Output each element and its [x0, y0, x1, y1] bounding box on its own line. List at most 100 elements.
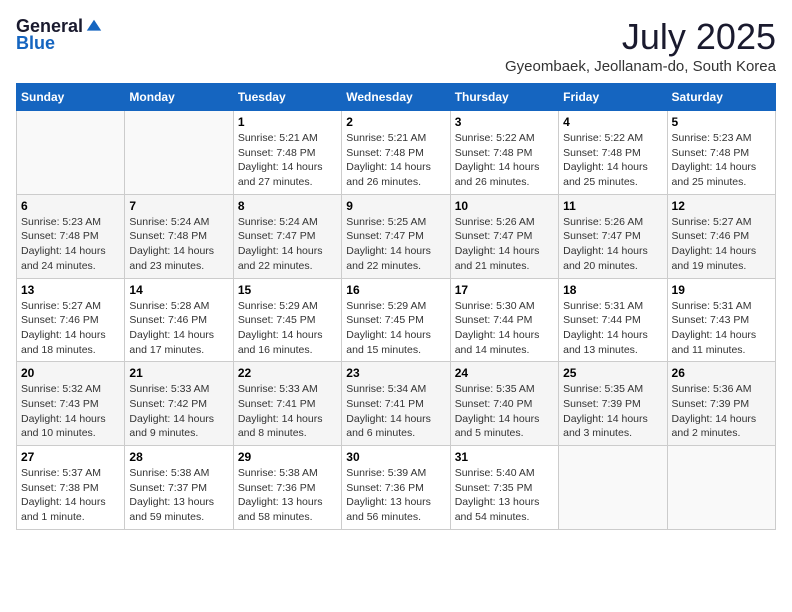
logo: General Blue — [16, 16, 103, 54]
month-title: July 2025 — [505, 16, 776, 58]
calendar-cell: 2 Sunrise: 5:21 AM Sunset: 7:48 PM Daylig… — [342, 111, 450, 195]
title-block: July 2025 Gyeombaek, Jeollanam-do, South… — [505, 16, 776, 75]
week-row-4: 20Sunrise: 5:32 AM Sunset: 7:43 PM Dayli… — [17, 362, 776, 446]
calendar-cell: 8 Sunrise: 5:24 AM Sunset: 7:47 PM Daylig… — [233, 194, 341, 278]
calendar-cell: 9 Sunrise: 5:25 AM Sunset: 7:47 PM Daylig… — [342, 194, 450, 278]
day-number: 26 — [672, 366, 771, 380]
calendar-cell: 5Sunrise: 5:23 AM Sunset: 7:48 PM Daylig… — [667, 111, 775, 195]
day-header-sunday: Sunday — [17, 84, 125, 111]
day-number: 22 — [238, 366, 337, 380]
day-info: Sunrise: 5:38 AM Sunset: 7:37 PM Dayligh… — [129, 466, 228, 525]
calendar-cell: 18 Sunrise: 5:31 AM Sunset: 7:44 PM Dayli… — [559, 278, 667, 362]
calendar-cell: 17Sunrise: 5:30 AM Sunset: 7:44 PM Dayli… — [450, 278, 558, 362]
day-header-tuesday: Tuesday — [233, 84, 341, 111]
calendar-cell: 19Sunrise: 5:31 AM Sunset: 7:43 PM Dayli… — [667, 278, 775, 362]
day-number: 15 — [238, 283, 337, 297]
calendar-cell: 13 Sunrise: 5:27 AM Sunset: 7:46 PM Dayli… — [17, 278, 125, 362]
calendar-cell: 7 Sunrise: 5:24 AM Sunset: 7:48 PM Daylig… — [125, 194, 233, 278]
location: Gyeombaek, Jeollanam-do, South Korea — [505, 58, 776, 75]
day-info: Sunrise: 5:27 AM Sunset: 7:46 PM Dayligh… — [672, 215, 771, 274]
day-info: Sunrise: 5:26 AM Sunset: 7:47 PM Dayligh… — [563, 215, 662, 274]
day-number: 11 — [563, 199, 662, 213]
day-info: Sunrise: 5:27 AM Sunset: 7:46 PM Dayligh… — [21, 299, 120, 358]
week-row-3: 13 Sunrise: 5:27 AM Sunset: 7:46 PM Dayli… — [17, 278, 776, 362]
day-info: Sunrise: 5:40 AM Sunset: 7:35 PM Dayligh… — [455, 466, 554, 525]
day-info: Sunrise: 5:38 AM Sunset: 7:36 PM Dayligh… — [238, 466, 337, 525]
day-number: 7 — [129, 199, 228, 213]
day-header-friday: Friday — [559, 84, 667, 111]
day-number: 3 — [455, 115, 554, 129]
day-number: 29 — [238, 450, 337, 464]
day-info: Sunrise: 5:23 AM Sunset: 7:48 PM Dayligh… — [21, 215, 120, 274]
day-info: Sunrise: 5:24 AM Sunset: 7:48 PM Dayligh… — [129, 215, 228, 274]
day-info: Sunrise: 5:39 AM Sunset: 7:36 PM Dayligh… — [346, 466, 445, 525]
calendar-cell: 21 Sunrise: 5:33 AM Sunset: 7:42 PM Dayli… — [125, 362, 233, 446]
day-info: Sunrise: 5:21 AM Sunset: 7:48 PM Dayligh… — [238, 131, 337, 190]
day-number: 13 — [21, 283, 120, 297]
day-headers-row: SundayMondayTuesdayWednesdayThursdayFrid… — [17, 84, 776, 111]
day-number: 18 — [563, 283, 662, 297]
calendar-cell: 6 Sunrise: 5:23 AM Sunset: 7:48 PM Daylig… — [17, 194, 125, 278]
day-info: Sunrise: 5:34 AM Sunset: 7:41 PM Dayligh… — [346, 382, 445, 441]
day-header-thursday: Thursday — [450, 84, 558, 111]
calendar-body: 1 Sunrise: 5:21 AM Sunset: 7:48 PM Daylig… — [17, 111, 776, 530]
day-number: 27 — [21, 450, 120, 464]
calendar-cell: 26 Sunrise: 5:36 AM Sunset: 7:39 PM Dayli… — [667, 362, 775, 446]
day-number: 23 — [346, 366, 445, 380]
day-header-monday: Monday — [125, 84, 233, 111]
page-header: General Blue July 2025 Gyeombaek, Jeolla… — [16, 16, 776, 75]
day-number: 10 — [455, 199, 554, 213]
day-header-wednesday: Wednesday — [342, 84, 450, 111]
calendar-cell: 27 Sunrise: 5:37 AM Sunset: 7:38 PM Dayli… — [17, 446, 125, 530]
day-number: 6 — [21, 199, 120, 213]
day-number: 2 — [346, 115, 445, 129]
calendar-cell: 12 Sunrise: 5:27 AM Sunset: 7:46 PM Dayli… — [667, 194, 775, 278]
calendar-cell: 24 Sunrise: 5:35 AM Sunset: 7:40 PM Dayli… — [450, 362, 558, 446]
day-info: Sunrise: 5:30 AM Sunset: 7:44 PM Dayligh… — [455, 299, 554, 358]
day-number: 16 — [346, 283, 445, 297]
day-number: 8 — [238, 199, 337, 213]
calendar-cell: 30 Sunrise: 5:39 AM Sunset: 7:36 PM Dayli… — [342, 446, 450, 530]
calendar-cell: 11 Sunrise: 5:26 AM Sunset: 7:47 PM Dayli… — [559, 194, 667, 278]
day-info: Sunrise: 5:21 AM Sunset: 7:48 PM Dayligh… — [346, 131, 445, 190]
calendar-table: SundayMondayTuesdayWednesdayThursdayFrid… — [16, 83, 776, 530]
day-number: 30 — [346, 450, 445, 464]
day-info: Sunrise: 5:31 AM Sunset: 7:44 PM Dayligh… — [563, 299, 662, 358]
calendar-cell — [17, 111, 125, 195]
day-number: 28 — [129, 450, 228, 464]
day-info: Sunrise: 5:24 AM Sunset: 7:47 PM Dayligh… — [238, 215, 337, 274]
day-info: Sunrise: 5:37 AM Sunset: 7:38 PM Dayligh… — [21, 466, 120, 525]
day-number: 21 — [129, 366, 228, 380]
day-info: Sunrise: 5:28 AM Sunset: 7:46 PM Dayligh… — [129, 299, 228, 358]
day-info: Sunrise: 5:35 AM Sunset: 7:39 PM Dayligh… — [563, 382, 662, 441]
calendar-cell: 10 Sunrise: 5:26 AM Sunset: 7:47 PM Dayli… — [450, 194, 558, 278]
week-row-2: 6 Sunrise: 5:23 AM Sunset: 7:48 PM Daylig… — [17, 194, 776, 278]
day-info: Sunrise: 5:25 AM Sunset: 7:47 PM Dayligh… — [346, 215, 445, 274]
week-row-5: 27 Sunrise: 5:37 AM Sunset: 7:38 PM Dayli… — [17, 446, 776, 530]
day-number: 19 — [672, 283, 771, 297]
calendar-cell: 31Sunrise: 5:40 AM Sunset: 7:35 PM Dayli… — [450, 446, 558, 530]
day-info: Sunrise: 5:23 AM Sunset: 7:48 PM Dayligh… — [672, 131, 771, 190]
day-info: Sunrise: 5:29 AM Sunset: 7:45 PM Dayligh… — [346, 299, 445, 358]
calendar-cell: 14 Sunrise: 5:28 AM Sunset: 7:46 PM Dayli… — [125, 278, 233, 362]
day-number: 12 — [672, 199, 771, 213]
day-info: Sunrise: 5:29 AM Sunset: 7:45 PM Dayligh… — [238, 299, 337, 358]
calendar-cell: 23 Sunrise: 5:34 AM Sunset: 7:41 PM Dayli… — [342, 362, 450, 446]
day-number: 9 — [346, 199, 445, 213]
calendar-cell: 20Sunrise: 5:32 AM Sunset: 7:43 PM Dayli… — [17, 362, 125, 446]
calendar-cell: 3Sunrise: 5:22 AM Sunset: 7:48 PM Daylig… — [450, 111, 558, 195]
calendar-cell: 29 Sunrise: 5:38 AM Sunset: 7:36 PM Dayli… — [233, 446, 341, 530]
calendar-cell: 25Sunrise: 5:35 AM Sunset: 7:39 PM Dayli… — [559, 362, 667, 446]
day-number: 14 — [129, 283, 228, 297]
day-number: 1 — [238, 115, 337, 129]
day-info: Sunrise: 5:26 AM Sunset: 7:47 PM Dayligh… — [455, 215, 554, 274]
day-header-saturday: Saturday — [667, 84, 775, 111]
day-info: Sunrise: 5:35 AM Sunset: 7:40 PM Dayligh… — [455, 382, 554, 441]
day-number: 20 — [21, 366, 120, 380]
day-info: Sunrise: 5:33 AM Sunset: 7:42 PM Dayligh… — [129, 382, 228, 441]
week-row-1: 1 Sunrise: 5:21 AM Sunset: 7:48 PM Daylig… — [17, 111, 776, 195]
day-number: 24 — [455, 366, 554, 380]
day-info: Sunrise: 5:22 AM Sunset: 7:48 PM Dayligh… — [563, 131, 662, 190]
day-info: Sunrise: 5:36 AM Sunset: 7:39 PM Dayligh… — [672, 382, 771, 441]
calendar-cell: 1 Sunrise: 5:21 AM Sunset: 7:48 PM Daylig… — [233, 111, 341, 195]
